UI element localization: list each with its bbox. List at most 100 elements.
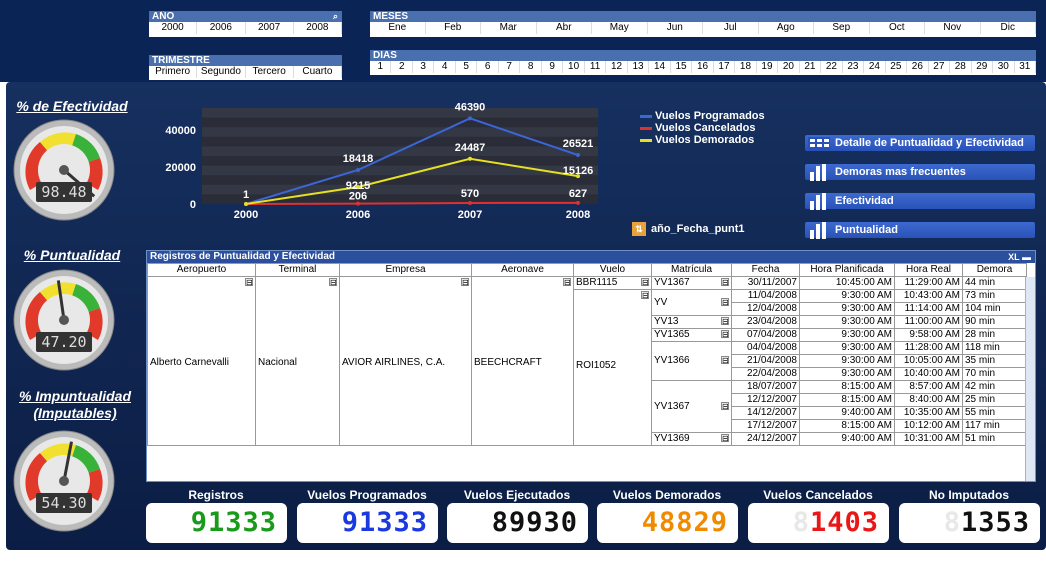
mes-item[interactable]: Nov [925, 22, 981, 34]
dia-item[interactable]: 14 [649, 61, 671, 73]
trimestre-item[interactable]: Tercero [246, 66, 294, 78]
data-point[interactable] [468, 116, 472, 121]
ano-item[interactable]: 2008 [294, 22, 342, 34]
puntualidad-gauge: 47.20 [12, 268, 116, 372]
data-point[interactable] [576, 153, 580, 158]
mes-item[interactable]: Sep [814, 22, 870, 34]
trimestre-item[interactable]: Primero [149, 66, 198, 78]
table-scrollbar[interactable] [1025, 277, 1035, 481]
mes-item[interactable]: Jun [648, 22, 703, 34]
table-row[interactable]: ⊟ Alberto Carnevalli ⊟ Nacional ⊟ AVIOR AIRLI… [147, 276, 1027, 446]
dia-item[interactable]: 13 [628, 61, 650, 73]
mes-item[interactable]: Mar [481, 22, 537, 34]
dia-item[interactable]: 11 [585, 61, 607, 73]
dia-item[interactable]: 27 [929, 61, 951, 73]
column-header[interactable]: Aeronave [471, 263, 574, 277]
dia-item[interactable]: 25 [886, 61, 908, 73]
ano-item[interactable]: 2006 [197, 22, 246, 34]
data-point[interactable] [468, 200, 472, 205]
dia-item[interactable]: 12 [606, 61, 628, 73]
cycle-icon[interactable]: ⇅ [632, 222, 646, 236]
data-point[interactable] [468, 156, 472, 161]
dia-item[interactable]: 30 [993, 61, 1015, 73]
registros-table-panel[interactable]: Registros de Puntualidad y Efectividad XL… [146, 250, 1036, 482]
mes-item[interactable]: Abr [537, 22, 592, 34]
trimestre-listbox[interactable]: TRIMESTRE Primero Segundo Tercero Cuarto [149, 55, 342, 80]
column-header[interactable]: Matrícula [651, 263, 732, 277]
hora-planificada-cell: 9:30:00 AM [799, 289, 895, 303]
ano-item[interactable]: 2000 [149, 22, 198, 34]
dia-item[interactable]: 8 [520, 61, 542, 73]
data-point[interactable] [356, 167, 360, 172]
demora-cell: 42 min [962, 380, 1027, 394]
dia-item[interactable]: 15 [671, 61, 693, 73]
mes-item[interactable]: Dic [981, 22, 1036, 34]
dia-item[interactable]: 19 [757, 61, 779, 73]
data-label: 15126 [563, 165, 594, 177]
aeronave-cell: ⊟ BEECHCRAFT [471, 276, 574, 446]
mes-item[interactable]: Jul [703, 22, 759, 34]
column-header[interactable]: Empresa [339, 263, 472, 277]
bar-chart-icon [810, 193, 826, 210]
dia-item[interactable]: 10 [563, 61, 585, 73]
column-header[interactable]: Fecha [731, 263, 800, 277]
dia-item[interactable]: 31 [1015, 61, 1036, 73]
fecha-cell: 04/04/2008 [731, 341, 800, 355]
column-header[interactable]: Vuelo [573, 263, 652, 277]
dia-item[interactable]: 1 [370, 61, 392, 73]
dia-item[interactable]: 4 [434, 61, 456, 73]
mes-item[interactable]: Oct [870, 22, 925, 34]
dia-item[interactable]: 22 [821, 61, 843, 73]
data-point[interactable] [576, 200, 580, 205]
fecha-cell: 30/11/2007 [731, 276, 800, 290]
mes-item[interactable]: May [592, 22, 648, 34]
column-header[interactable]: Hora Planificada [799, 263, 895, 277]
nav-detalle-button[interactable]: Detalle de Puntualidad y Efectividad [805, 135, 1035, 151]
column-header[interactable]: Aeropuerto [147, 263, 256, 277]
dia-item[interactable]: 17 [714, 61, 736, 73]
dia-item[interactable]: 2 [391, 61, 413, 73]
column-header[interactable]: Hora Real [894, 263, 963, 277]
dia-item[interactable]: 29 [972, 61, 994, 73]
dia-item[interactable]: 23 [843, 61, 865, 73]
meses-listbox[interactable]: MESES Ene Feb Mar Abr May Jun Jul Ago Sep Oct Nov D… [370, 11, 1036, 37]
legend-cancelados: Vuelos Cancelados [640, 122, 765, 134]
nav-efectividad-button[interactable]: Efectividad [805, 193, 1035, 210]
dia-item[interactable]: 3 [413, 61, 435, 73]
search-icon[interactable]: ⌕ [333, 11, 338, 22]
trimestre-item[interactable]: Segundo [197, 66, 246, 78]
demora-cell: 104 min [962, 302, 1027, 316]
excel-export-icon[interactable]: XL ▬ [1008, 251, 1031, 263]
dia-item[interactable]: 7 [499, 61, 521, 73]
dia-item[interactable]: 16 [692, 61, 714, 73]
ano-listbox[interactable]: AÑO ⌕ 2000 2006 2007 2008 [149, 11, 342, 37]
data-point[interactable] [244, 202, 248, 206]
impuntualidad-gauge: 54.30 [12, 429, 116, 533]
kpi-title: Vuelos Ejecutados [463, 488, 571, 502]
mes-item[interactable]: Ago [759, 22, 814, 34]
dia-item[interactable]: 9 [542, 61, 564, 73]
dimension-selector[interactable]: ⇅ año_Fecha_punt1 [632, 222, 745, 236]
ano-item[interactable]: 2007 [246, 22, 294, 34]
mes-item[interactable]: Ene [370, 22, 426, 34]
trimestre-item[interactable]: Cuarto [294, 66, 342, 78]
dias-listbox[interactable]: DIAS 1 2 3 4 5 6 7 8 9 10 11 12 13 14 15 16 17 18 19 20 21 22… [370, 50, 1036, 75]
dia-item[interactable]: 5 [456, 61, 478, 73]
line-chart[interactable]: 020000400002000 2006 2007 20081184189215206… [158, 102, 624, 234]
dia-item[interactable]: 28 [950, 61, 972, 73]
dia-item[interactable]: 6 [477, 61, 499, 73]
dia-item[interactable]: 26 [907, 61, 929, 73]
dia-item[interactable]: 18 [735, 61, 757, 73]
dia-item[interactable]: 20 [778, 61, 800, 73]
column-header[interactable]: Terminal [255, 263, 340, 277]
dia-item[interactable]: 21 [800, 61, 822, 73]
dia-item[interactable]: 24 [864, 61, 886, 73]
x-tick-label: 2000 [234, 209, 258, 221]
nav-puntualidad-button[interactable]: Puntualidad [805, 222, 1035, 239]
column-header[interactable]: Demora [962, 263, 1027, 277]
nav-demoras-button[interactable]: Demoras mas frecuentes [805, 164, 1035, 181]
mes-item[interactable]: Feb [426, 22, 481, 34]
y-tick-label: 0 [190, 199, 196, 211]
dias-label: DIAS [373, 50, 397, 61]
hora-real-cell: 10:43:00 AM [894, 289, 963, 303]
